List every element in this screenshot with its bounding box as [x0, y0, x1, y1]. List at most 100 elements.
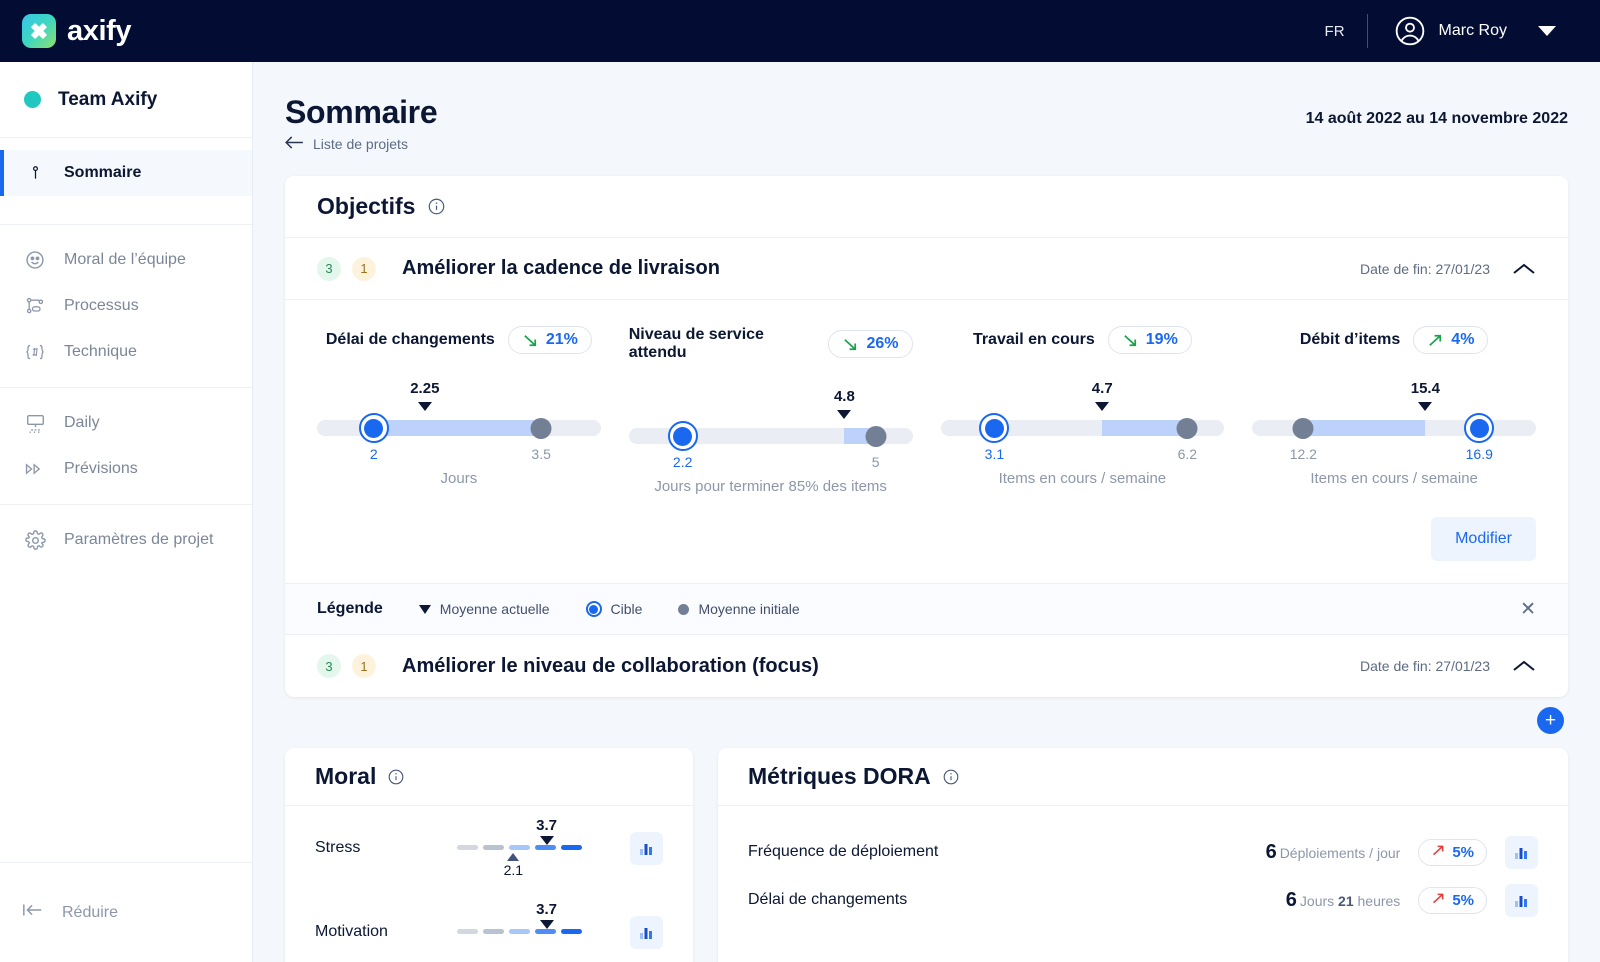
chevron-up-icon[interactable]: [1512, 262, 1536, 276]
chevron-down-icon[interactable]: [1538, 26, 1556, 36]
grey-dot-marker-icon: [678, 603, 690, 615]
initial-average-knob[interactable]: [865, 426, 887, 447]
info-icon[interactable]: [428, 198, 445, 215]
sidebar-item-label: Processus: [64, 297, 139, 314]
team-selector[interactable]: Team Axify: [0, 62, 252, 138]
add-objective-button[interactable]: +: [1537, 707, 1564, 734]
kpi-slider[interactable]: 4.7 3.1 6.2: [940, 380, 1225, 468]
objective-name: Améliorer le niveau de collaboration (fo…: [402, 654, 819, 677]
dora-values: 6 Jours 21 heures 5%: [1286, 883, 1538, 917]
kpi-delta: 26%: [866, 335, 899, 352]
kpi-niveau-de-service-attendu: Niveau de service attendu 26% 4.8 2.2 5 …: [615, 326, 927, 497]
brand-logo[interactable]: axify: [0, 14, 132, 48]
info-icon[interactable]: [943, 769, 959, 785]
kpi-unit: Items en cours / semaine: [998, 470, 1167, 487]
kpi-label: Délai de changements: [325, 331, 495, 348]
dora-unit-after: heures: [1357, 892, 1401, 909]
arrow-up-right-icon: [1431, 891, 1446, 910]
kpi-slider[interactable]: 2.25 2 3.5: [317, 380, 601, 468]
workflow-icon: [24, 296, 46, 316]
bar-chart-icon[interactable]: [630, 831, 663, 865]
kpi-trend-badge: 4%: [1413, 326, 1489, 354]
arrow-left-icon: [285, 136, 304, 152]
kpi-initial-value: 12.2: [1289, 446, 1317, 462]
dora-unit-mid: 21: [1338, 892, 1354, 909]
dora-title: Métriques DORA: [748, 763, 931, 789]
kpi-slider[interactable]: 4.8 2.2 5: [628, 388, 913, 476]
kpi-header: Niveau de service attendu 26%: [629, 326, 913, 362]
collapse-left-icon: [22, 902, 44, 923]
bottom-section: Moral Stress 3.7 2.1 Motivation 3.7 Métr…: [285, 748, 1568, 962]
info-icon[interactable]: [388, 769, 404, 785]
kpi-trend-badge: 21%: [507, 326, 592, 354]
sidebar-item-label: Daily: [64, 414, 100, 431]
legend-item-moyenne-actuelle: Moyenne actuelle: [418, 601, 550, 617]
sidebar-item-previsions[interactable]: Prévisions: [0, 446, 252, 492]
kpi-delta: 21%: [545, 331, 578, 348]
target-knob[interactable]: [1464, 413, 1495, 443]
user-menu[interactable]: Marc Roy: [1368, 15, 1576, 47]
target-knob[interactable]: [358, 413, 389, 443]
arrow-down-right-icon: [1122, 332, 1139, 349]
user-avatar-icon: [1394, 15, 1426, 47]
dora-value: 6: [1265, 840, 1277, 863]
legend-item-moyenne-initiale: Moyenne initiale: [678, 601, 800, 617]
target-knob[interactable]: [979, 413, 1010, 443]
page-title: Sommaire: [285, 94, 438, 130]
collapse-sidebar-button[interactable]: Réduire: [0, 862, 252, 962]
objective-row[interactable]: 3 1 Améliorer le niveau de collaboration…: [285, 635, 1568, 697]
sidebar-item-parametres[interactable]: Paramètres de projet: [0, 517, 252, 563]
page-title-block: Sommaire Liste de projets: [285, 94, 438, 152]
kpi-unit: Jours pour terminer 85% des items: [654, 478, 887, 495]
initial-average-knob[interactable]: [1176, 418, 1198, 439]
moral-card: Moral Stress 3.7 2.1 Motivation 3.7: [285, 748, 693, 962]
sidebar-item-daily[interactable]: Daily: [0, 400, 252, 446]
legend-bar: Légende Moyenne actuelle Cible Moyenne i…: [285, 583, 1568, 635]
dora-card: Métriques DORA Fréquence de déploiement …: [718, 748, 1568, 962]
kpi-header: Travail en cours 19%: [941, 326, 1225, 354]
kpi-label: Niveau de service attendu: [628, 326, 764, 361]
current-average-marker-icon: [539, 920, 554, 929]
breadcrumb[interactable]: Liste de projets: [285, 136, 437, 152]
dora-delta: 5%: [1452, 891, 1474, 909]
dora-row-frequence-de-deploiement: Fréquence de déploiement 6 Déploiements /…: [718, 828, 1568, 876]
bar-chart-icon[interactable]: [630, 915, 663, 949]
close-icon[interactable]: ✕: [1520, 600, 1536, 619]
modifier-button[interactable]: Modifier: [1431, 517, 1536, 561]
dora-trend-badge: 5%: [1418, 886, 1487, 914]
sidebar-item-sommaire[interactable]: Sommaire: [0, 150, 252, 196]
triangle-down-marker-icon: [418, 604, 431, 614]
bar-chart-icon[interactable]: [1505, 883, 1538, 917]
kpi-label: Débit d’items: [1299, 331, 1401, 348]
presentation-icon: [24, 414, 46, 433]
language-switcher[interactable]: FR: [1303, 23, 1367, 40]
target-knob[interactable]: [667, 421, 698, 451]
pin-icon: [24, 164, 46, 182]
moral-row-stress: Stress 3.7 2.1: [285, 806, 693, 890]
sidebar-item-moral[interactable]: Moral de l’équipe: [0, 237, 252, 283]
kpi-target-value: 2.2: [672, 454, 693, 470]
initial-average-knob[interactable]: [1292, 418, 1314, 439]
sidebar-item-technique[interactable]: Technique: [0, 329, 252, 375]
moral-segments: [457, 845, 582, 850]
kpi-slider[interactable]: 15.4 12.2 16.9: [1252, 380, 1536, 468]
dora-rows: Fréquence de déploiement 6 Déploiements /…: [718, 806, 1568, 924]
brand-name: axify: [67, 14, 132, 47]
nav-group-settings: Paramètres de projet: [0, 505, 252, 575]
initial-average-knob[interactable]: [530, 418, 552, 439]
dora-delta: 5%: [1452, 843, 1474, 861]
chevron-up-icon[interactable]: [1512, 659, 1536, 673]
bar-chart-icon[interactable]: [1505, 835, 1538, 869]
current-average-marker-icon: [1418, 402, 1433, 411]
current-average-marker-icon: [417, 402, 432, 411]
kpi-delta: 4%: [1451, 331, 1475, 348]
objective-row[interactable]: 3 1 Améliorer la cadence de livraison Da…: [285, 238, 1568, 300]
kpi-initial-value: 5: [871, 454, 880, 470]
objective-name: Améliorer la cadence de livraison: [402, 257, 720, 279]
code-braces-icon: [24, 343, 46, 361]
sidebar-item-processus[interactable]: Processus: [0, 283, 252, 329]
gear-icon: [24, 529, 46, 551]
kpi-delai-de-changements: Délai de changements 21% 2.25 2 3.5 Jour…: [303, 326, 615, 497]
nav-group-tools: Daily Prévisions: [0, 388, 252, 505]
kpi-target-value: 16.9: [1465, 446, 1493, 462]
